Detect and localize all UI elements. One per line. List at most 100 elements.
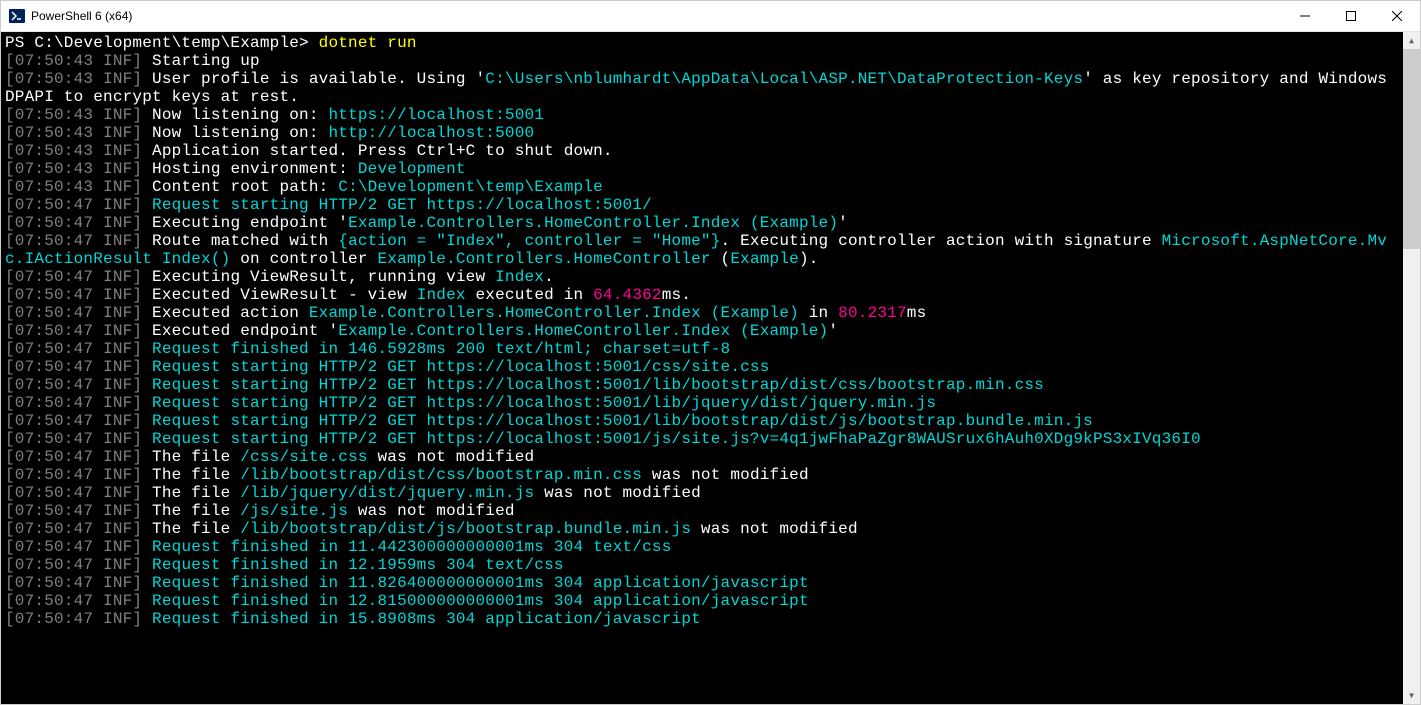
log-line: [07:50:47 INF] Request starting HTTP/2 G… [5, 412, 1403, 430]
log-line: [07:50:47 INF] The file /lib/bootstrap/d… [5, 466, 1403, 484]
log-line: [07:50:43 INF] Starting up [5, 52, 1403, 70]
close-button[interactable] [1374, 1, 1420, 31]
log-line: [07:50:47 INF] Request finished in 11.82… [5, 574, 1403, 592]
log-line: [07:50:47 INF] Request starting HTTP/2 G… [5, 430, 1403, 448]
log-timestamp: [07:50:43 INF] [5, 142, 142, 160]
log-segment: Request finished in 15.8908ms 304 applic… [142, 610, 701, 628]
log-timestamp: [07:50:43 INF] [5, 178, 142, 196]
log-line: [07:50:47 INF] Request starting HTTP/2 G… [5, 196, 1403, 214]
log-segment: The file [142, 484, 240, 502]
log-segment: Request starting HTTP/2 GET https://loca… [142, 394, 936, 412]
log-timestamp: [07:50:47 INF] [5, 286, 142, 304]
log-segment: /css/site.css [240, 448, 367, 466]
scroll-thumb[interactable] [1403, 49, 1420, 249]
log-segment: The file [142, 448, 240, 466]
log-segment: Example.Controllers.HomeController.Index… [338, 322, 828, 340]
log-segment: executed in [466, 286, 593, 304]
log-line: [07:50:47 INF] Request finished in 12.19… [5, 556, 1403, 574]
log-timestamp: [07:50:47 INF] [5, 502, 142, 520]
log-line: [07:50:47 INF] Executed endpoint 'Exampl… [5, 322, 1403, 340]
log-timestamp: [07:50:47 INF] [5, 556, 142, 574]
log-segment: . Executing controller action with signa… [721, 232, 1162, 250]
log-line: [07:50:47 INF] The file /js/site.js was … [5, 502, 1403, 520]
window-title: PowerShell 6 (x64) [31, 9, 1282, 23]
log-segment: C:\Users\nblumhardt\AppData\Local\ASP.NE… [485, 70, 1083, 88]
log-segment: Request finished in 12.1959ms 304 text/c… [142, 556, 563, 574]
log-timestamp: [07:50:47 INF] [5, 610, 142, 628]
prompt-line: PS C:\Development\temp\Example> dotnet r… [5, 34, 1403, 52]
log-line: [07:50:47 INF] Request finished in 15.89… [5, 610, 1403, 628]
log-timestamp: [07:50:47 INF] [5, 322, 142, 340]
log-timestamp: [07:50:47 INF] [5, 430, 142, 448]
log-segment: was not modified [348, 502, 515, 520]
log-segment: . [544, 268, 554, 286]
log-timestamp: [07:50:43 INF] [5, 106, 142, 124]
log-segment: ms. [662, 286, 691, 304]
log-segment: Executed endpoint ' [142, 322, 338, 340]
log-segment: Content root path: [142, 178, 338, 196]
log-segment: /lib/jquery/dist/jquery.min.js [240, 484, 534, 502]
log-segment: Request finished in 11.826400000000001ms… [142, 574, 809, 592]
log-segment: Executed ViewResult - view [142, 286, 416, 304]
terminal-output[interactable]: PS C:\Development\temp\Example> dotnet r… [1, 32, 1403, 704]
powershell-window: PowerShell 6 (x64) PS C:\Development\tem… [0, 0, 1421, 705]
log-segment: Executing ViewResult, running view [142, 268, 495, 286]
log-segment: Now listening on: [142, 106, 328, 124]
log-line: [07:50:43 INF] Application started. Pres… [5, 142, 1403, 160]
log-timestamp: [07:50:47 INF] [5, 538, 142, 556]
log-segment: Executing endpoint ' [142, 214, 348, 232]
log-segment: Starting up [142, 52, 260, 70]
log-line: [07:50:43 INF] User profile is available… [5, 70, 1403, 106]
log-timestamp: [07:50:47 INF] [5, 394, 142, 412]
log-timestamp: [07:50:47 INF] [5, 268, 142, 286]
log-segment: https://localhost:5001 [328, 106, 544, 124]
log-line: [07:50:47 INF] Executing ViewResult, run… [5, 268, 1403, 286]
prompt-path: PS C:\Development\temp\Example> [5, 34, 319, 52]
log-segment: User profile is available. Using ' [142, 70, 485, 88]
log-timestamp: [07:50:47 INF] [5, 340, 142, 358]
log-line: [07:50:47 INF] Request starting HTTP/2 G… [5, 376, 1403, 394]
log-segment: The file [142, 466, 240, 484]
log-segment: http://localhost:5000 [328, 124, 534, 142]
titlebar[interactable]: PowerShell 6 (x64) [1, 1, 1420, 32]
vertical-scrollbar[interactable]: ▲ ▼ [1403, 32, 1420, 704]
prompt-command: dotnet run [319, 34, 417, 52]
log-timestamp: [07:50:43 INF] [5, 160, 142, 178]
maximize-button[interactable] [1328, 1, 1374, 31]
terminal-area: PS C:\Development\temp\Example> dotnet r… [1, 32, 1420, 704]
log-segment: /js/site.js [240, 502, 348, 520]
log-segment: was not modified [368, 448, 535, 466]
log-line: [07:50:47 INF] Request starting HTTP/2 G… [5, 394, 1403, 412]
log-segment: Hosting environment: [142, 160, 358, 178]
log-line: [07:50:47 INF] Request starting HTTP/2 G… [5, 358, 1403, 376]
log-segment: 80.2317 [838, 304, 907, 322]
log-line: [07:50:47 INF] The file /lib/bootstrap/d… [5, 520, 1403, 538]
log-line: [07:50:47 INF] Route matched with {actio… [5, 232, 1403, 268]
log-line: [07:50:47 INF] Request finished in 11.44… [5, 538, 1403, 556]
log-line: [07:50:47 INF] Executed action Example.C… [5, 304, 1403, 322]
log-segment: was not modified [691, 520, 858, 538]
log-segment: Example [730, 250, 799, 268]
log-segment: Request starting HTTP/2 GET https://loca… [142, 430, 1201, 448]
log-segment: Request starting HTTP/2 GET https://loca… [142, 412, 1093, 430]
log-timestamp: [07:50:47 INF] [5, 304, 142, 322]
log-line: [07:50:43 INF] Content root path: C:\Dev… [5, 178, 1403, 196]
log-segment: ms [907, 304, 927, 322]
log-segment: Route matched with [142, 232, 338, 250]
log-segment: ). [799, 250, 819, 268]
log-segment: Request starting HTTP/2 GET https://loca… [142, 376, 1044, 394]
log-segment: was not modified [534, 484, 701, 502]
minimize-button[interactable] [1282, 1, 1328, 31]
window-controls [1282, 1, 1420, 31]
log-segment: Request finished in 11.442300000000001ms… [142, 538, 671, 556]
scroll-up-arrow[interactable]: ▲ [1403, 32, 1420, 49]
log-segment: The file [142, 520, 240, 538]
log-line: [07:50:47 INF] Executing endpoint 'Examp… [5, 214, 1403, 232]
log-segment: was not modified [642, 466, 809, 484]
log-timestamp: [07:50:47 INF] [5, 574, 142, 592]
scroll-down-arrow[interactable]: ▼ [1403, 687, 1420, 704]
log-segment: The file [142, 502, 240, 520]
log-timestamp: [07:50:43 INF] [5, 70, 142, 88]
log-segment: Example.Controllers.HomeController.Index… [348, 214, 838, 232]
log-line: [07:50:43 INF] Now listening on: http://… [5, 124, 1403, 142]
